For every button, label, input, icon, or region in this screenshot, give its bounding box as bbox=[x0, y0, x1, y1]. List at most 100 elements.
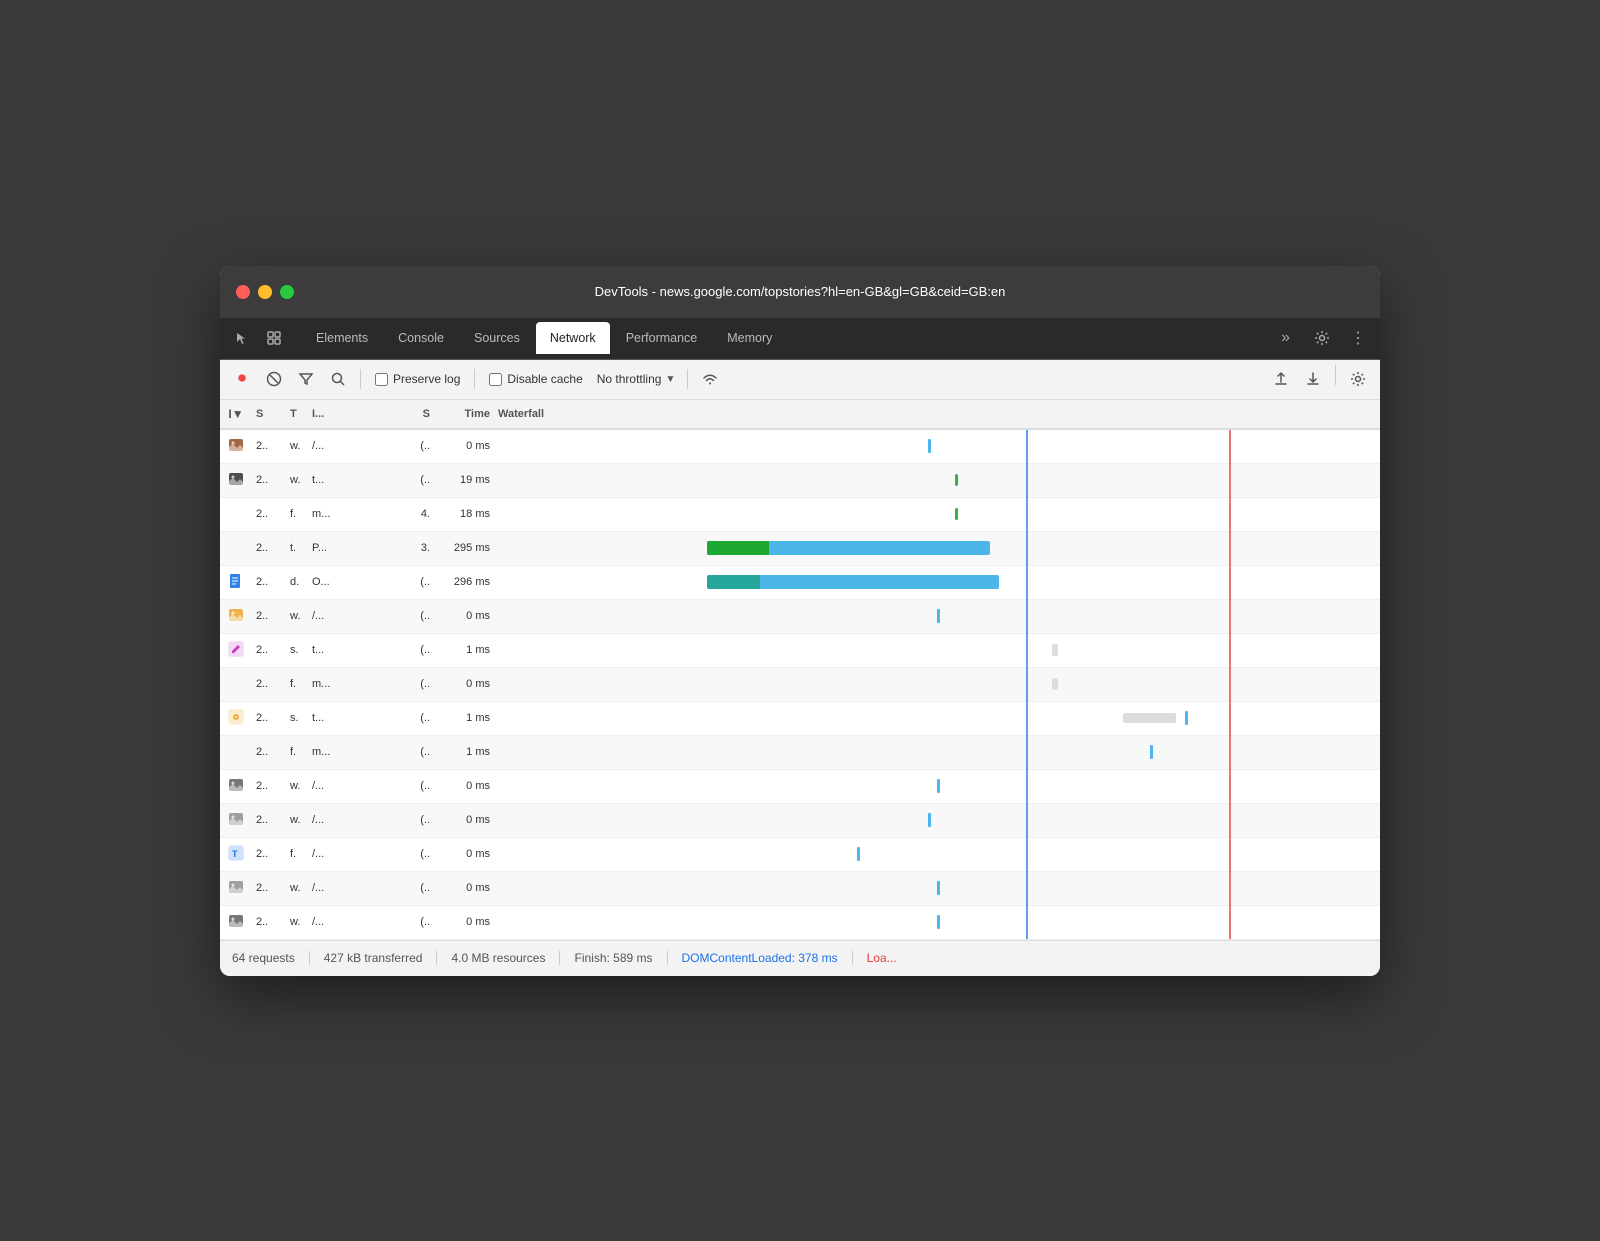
col-header-size[interactable]: S bbox=[398, 408, 434, 420]
table-row[interactable]: 2..t.P...3.295 ms bbox=[220, 532, 1380, 566]
col-header-type[interactable]: T bbox=[288, 408, 308, 420]
preserve-log-checkbox[interactable]: Preserve log bbox=[369, 372, 466, 386]
traffic-lights bbox=[236, 285, 294, 299]
search-button[interactable] bbox=[324, 365, 352, 393]
requests-count: 64 requests bbox=[232, 951, 310, 965]
col-header-name[interactable]: I... bbox=[308, 408, 398, 420]
row-waterfall bbox=[494, 871, 1380, 905]
maximize-button[interactable] bbox=[280, 285, 294, 299]
tab-console[interactable]: Console bbox=[384, 322, 458, 354]
table-row[interactable]: 2..w./...(..0 ms bbox=[220, 430, 1380, 464]
record-button[interactable]: ⏺ bbox=[228, 365, 256, 393]
table-row[interactable]: T2..f./...(..0 ms bbox=[220, 838, 1380, 872]
row-type: w. bbox=[288, 440, 308, 452]
settings-icon[interactable] bbox=[1308, 324, 1336, 352]
row-size: (.. bbox=[398, 474, 434, 486]
col-header-status[interactable]: S bbox=[252, 408, 288, 420]
row-name: t... bbox=[308, 474, 398, 486]
col-header-time[interactable]: Time bbox=[434, 408, 494, 420]
more-options-icon[interactable]: ⋮ bbox=[1344, 324, 1372, 352]
clear-button[interactable] bbox=[260, 365, 288, 393]
waterfall-dom-line bbox=[1026, 803, 1028, 837]
filter-button[interactable] bbox=[292, 365, 320, 393]
disable-cache-checkbox[interactable]: Disable cache bbox=[483, 372, 588, 386]
tab-network[interactable]: Network bbox=[536, 322, 610, 354]
table-row[interactable]: 2..s.t...(..1 ms bbox=[220, 634, 1380, 668]
tab-performance[interactable]: Performance bbox=[612, 322, 712, 354]
row-size: (.. bbox=[398, 644, 434, 656]
row-name: /... bbox=[308, 610, 398, 622]
waterfall-dom-line bbox=[1026, 735, 1028, 769]
throttle-select[interactable]: No throttling ▼ bbox=[593, 370, 680, 388]
waterfall-dom-line bbox=[1026, 769, 1028, 803]
sort-icon[interactable]: I▼ bbox=[228, 407, 243, 421]
toolbar-right bbox=[1267, 365, 1372, 393]
row-icon bbox=[220, 811, 252, 830]
row-type: t. bbox=[288, 542, 308, 554]
close-button[interactable] bbox=[236, 285, 250, 299]
row-name: m... bbox=[308, 746, 398, 758]
disable-cache-input[interactable] bbox=[489, 373, 502, 386]
cursor-icon[interactable] bbox=[228, 324, 256, 352]
waterfall-load-line bbox=[1229, 463, 1231, 497]
row-status: 2.. bbox=[252, 746, 288, 758]
row-type: w. bbox=[288, 814, 308, 826]
finish-time: Finish: 589 ms bbox=[560, 951, 667, 965]
row-waterfall bbox=[494, 430, 1380, 464]
row-status: 2.. bbox=[252, 848, 288, 860]
row-name: m... bbox=[308, 508, 398, 520]
waterfall-load-line bbox=[1229, 905, 1231, 939]
waterfall-dot bbox=[937, 881, 940, 895]
row-time: 0 ms bbox=[434, 780, 494, 792]
row-size: (.. bbox=[398, 712, 434, 724]
minimize-button[interactable] bbox=[258, 285, 272, 299]
row-icon: T bbox=[220, 845, 252, 864]
waterfall-dom-line bbox=[1026, 905, 1028, 939]
row-type: w. bbox=[288, 780, 308, 792]
row-icon bbox=[220, 641, 252, 660]
table-row[interactable]: 2..w./...(..0 ms bbox=[220, 804, 1380, 838]
table-row[interactable]: 2..w./...(..0 ms bbox=[220, 872, 1380, 906]
resources-size: 4.0 MB resources bbox=[437, 951, 560, 965]
row-size: (.. bbox=[398, 746, 434, 758]
waterfall-load-line bbox=[1229, 531, 1231, 565]
more-tabs-icon[interactable]: » bbox=[1273, 329, 1298, 347]
row-status: 2.. bbox=[252, 440, 288, 452]
download-icon[interactable] bbox=[1299, 365, 1327, 393]
table-row[interactable]: 2..w./...(..0 ms bbox=[220, 770, 1380, 804]
table-row[interactable]: 2..d.O...(..296 ms bbox=[220, 566, 1380, 600]
row-type: f. bbox=[288, 678, 308, 690]
table-row[interactable]: 2..w./...(..0 ms bbox=[220, 600, 1380, 634]
table-row[interactable]: 2..s.t...(..1 ms bbox=[220, 702, 1380, 736]
waterfall-dot bbox=[857, 847, 860, 861]
table-row[interactable]: 2..w.t...(..19 ms bbox=[220, 464, 1380, 498]
preserve-log-input[interactable] bbox=[375, 373, 388, 386]
waterfall-dot bbox=[1150, 745, 1153, 759]
col-header-waterfall[interactable]: Waterfall bbox=[494, 408, 1380, 420]
row-name: m... bbox=[308, 678, 398, 690]
transferred-size: 427 kB transferred bbox=[310, 951, 438, 965]
load-time: Loa... bbox=[853, 951, 897, 965]
row-time: 0 ms bbox=[434, 814, 494, 826]
network-settings-icon[interactable] bbox=[1344, 365, 1372, 393]
tab-memory[interactable]: Memory bbox=[713, 322, 786, 354]
row-time: 0 ms bbox=[434, 882, 494, 894]
waterfall-dot bbox=[937, 609, 940, 623]
row-size: (.. bbox=[398, 576, 434, 588]
tab-elements[interactable]: Elements bbox=[302, 322, 382, 354]
row-type: f. bbox=[288, 508, 308, 520]
upload-icon[interactable] bbox=[1267, 365, 1295, 393]
tab-sources[interactable]: Sources bbox=[460, 322, 534, 354]
waterfall-dom-line bbox=[1026, 667, 1028, 701]
table-row[interactable]: 2..w./...(..0 ms bbox=[220, 906, 1380, 940]
row-waterfall bbox=[494, 497, 1380, 531]
row-type: w. bbox=[288, 474, 308, 486]
wifi-settings-icon[interactable] bbox=[696, 365, 724, 393]
table-row[interactable]: 2..f.m...(..0 ms bbox=[220, 668, 1380, 702]
network-table: I▼ S T I... S Time Waterfall 2..w./...(.… bbox=[220, 400, 1380, 940]
table-row[interactable]: 2..f.m...4.18 ms bbox=[220, 498, 1380, 532]
table-row[interactable]: 2..f.m...(..1 ms bbox=[220, 736, 1380, 770]
inspect-icon[interactable] bbox=[260, 324, 288, 352]
waterfall-bar-stall bbox=[1052, 678, 1058, 690]
row-size: (.. bbox=[398, 780, 434, 792]
